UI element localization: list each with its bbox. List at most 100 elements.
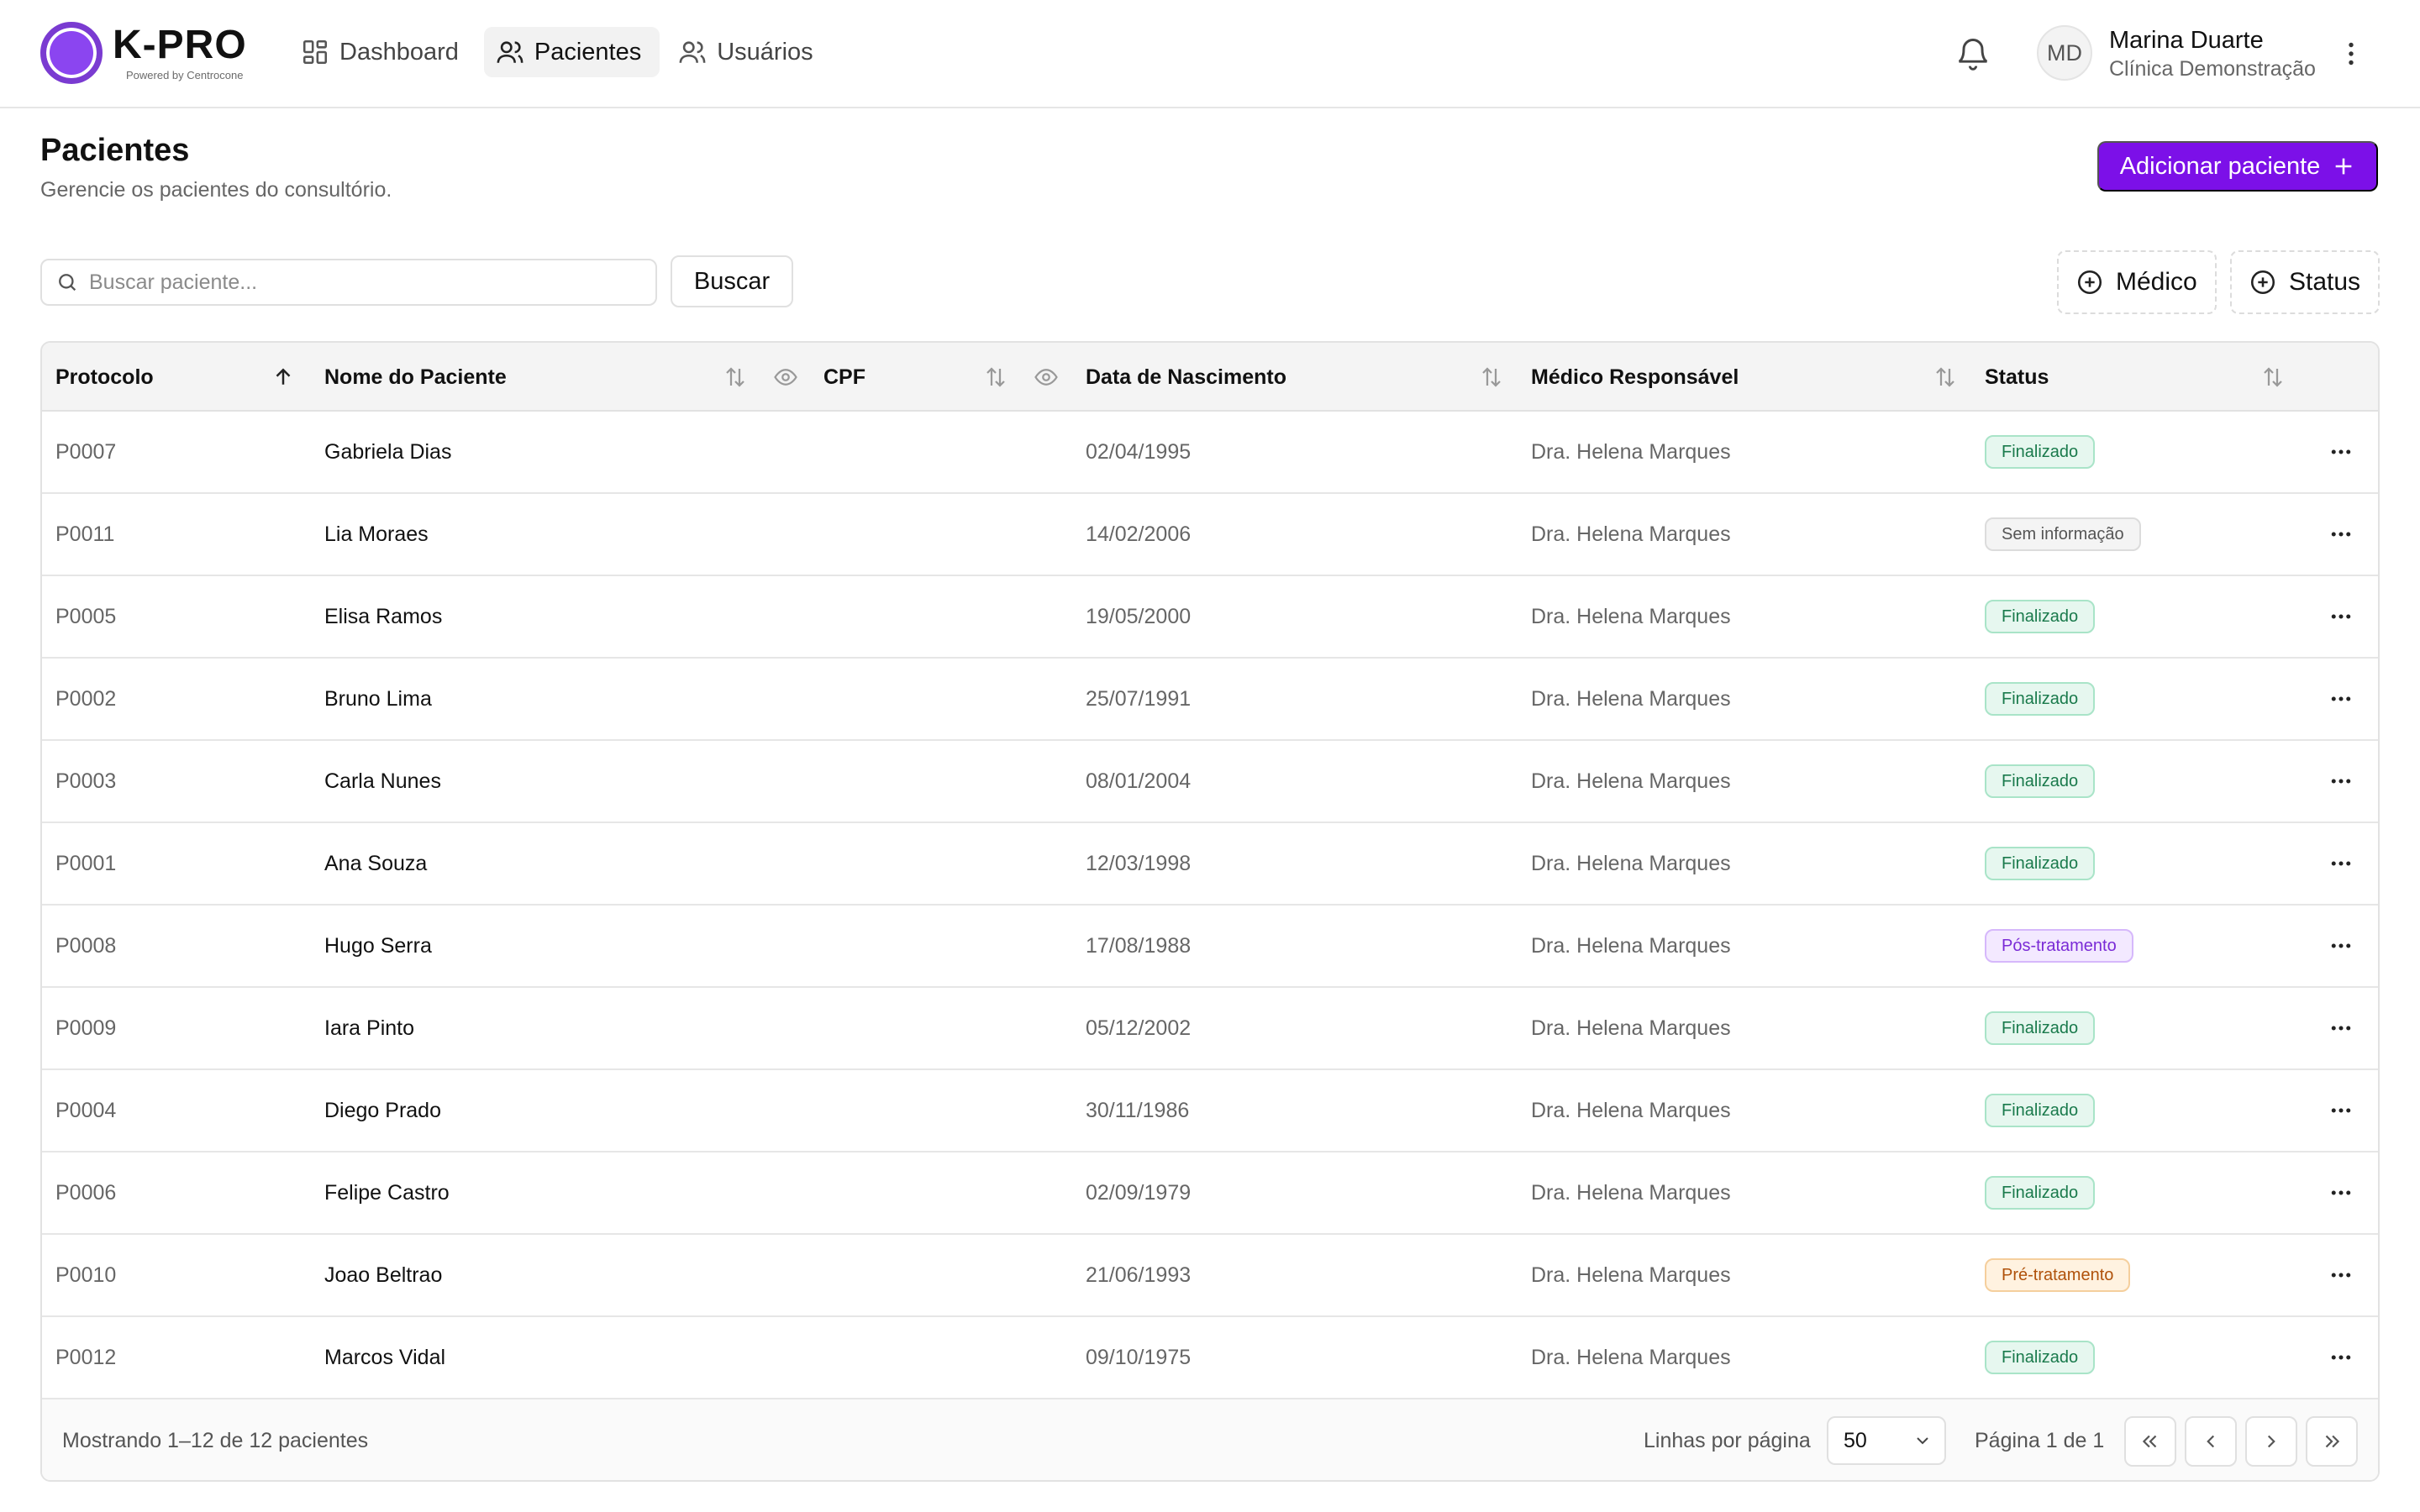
cell-doctor: Dra. Helena Marques: [1531, 604, 1731, 628]
status-badge: Finalizado: [1985, 1011, 2096, 1045]
row-actions-button[interactable]: [2324, 906, 2358, 986]
nav-item-dashboard[interactable]: Dashboard: [289, 27, 477, 77]
last-page-button[interactable]: [2306, 1416, 2358, 1467]
table-row[interactable]: P0009 Iara Pinto 05/12/2002 Dra. Helena Mar…: [42, 988, 2378, 1070]
filter-medico-button[interactable]: Médico: [2057, 250, 2217, 314]
cell-doctor: Dra. Helena Marques: [1531, 1345, 1731, 1369]
avatar[interactable]: MD: [2037, 25, 2092, 81]
sort-icon[interactable]: [983, 365, 1008, 390]
row-actions-button[interactable]: [2324, 988, 2358, 1068]
column-header-status[interactable]: Status: [1985, 343, 2049, 412]
search-icon: [59, 274, 76, 291]
more-horizontal-icon: [2331, 943, 2351, 948]
row-actions-button[interactable]: [2324, 576, 2358, 657]
table-row[interactable]: P0003 Carla Nunes 08/01/2004 Dra. Helena Ma…: [42, 741, 2378, 823]
column-header-protocolo[interactable]: Protocolo: [55, 343, 154, 412]
app-logo[interactable]: K-PRO Powered by Centrocone: [40, 22, 247, 84]
eye-icon[interactable]: [1034, 365, 1059, 390]
sort-icon[interactable]: [2260, 365, 2286, 390]
table-row[interactable]: P0001 Ana Souza 12/03/1998 Dra. Helena Marq…: [42, 823, 2378, 906]
filter-status-label: Status: [2289, 268, 2361, 296]
cell-birth-date: 14/02/2006: [1086, 522, 1192, 546]
nav-item-label: Pacientes: [534, 38, 642, 66]
notification-bell-icon[interactable]: [1954, 35, 1991, 72]
cell-status: Finalizado: [1985, 1152, 2096, 1233]
status-badge: Finalizado: [1985, 1341, 2096, 1374]
cell-doctor: Dra. Helena Marques: [1531, 1016, 1731, 1040]
cell-birth-date: 02/04/1995: [1086, 439, 1192, 464]
table-row[interactable]: P0005 Elisa Ramos 19/05/2000 Dra. Helena Ma…: [42, 576, 2378, 659]
first-page-button[interactable]: [2124, 1416, 2176, 1467]
column-header-nascimento[interactable]: Data de Nascimento: [1086, 343, 1286, 412]
previous-page-button[interactable]: [2185, 1416, 2237, 1467]
filter-status-button[interactable]: Status: [2230, 250, 2380, 314]
nav-item-pacientes[interactable]: Pacientes: [483, 27, 660, 77]
row-actions-button[interactable]: [2324, 823, 2358, 904]
column-header-cpf[interactable]: CPF: [823, 343, 865, 412]
nav-item-usuarios[interactable]: Usuários: [666, 27, 831, 77]
row-actions-button[interactable]: [2324, 412, 2358, 492]
more-horizontal-icon: [2331, 1026, 2351, 1031]
users-icon: [679, 41, 706, 63]
table-row[interactable]: P0006 Felipe Castro 02/09/1979 Dra. Helena …: [42, 1152, 2378, 1235]
more-horizontal-icon: [2331, 614, 2351, 619]
logo-mark-icon: [40, 22, 103, 84]
table-row[interactable]: P0002 Bruno Lima 25/07/1991 Dra. Helena Mar…: [42, 659, 2378, 741]
table-row[interactable]: P0008 Hugo Serra 17/08/1988 Dra. Helena Mar…: [42, 906, 2378, 988]
cell-patient-name: Iara Pinto: [324, 1016, 415, 1040]
cell-doctor: Dra. Helena Marques: [1531, 851, 1731, 875]
top-bar: K-PRO Powered by Centrocone Dashboard Pa…: [0, 0, 2420, 108]
table-row[interactable]: P0007 Gabriela Dias 02/04/1995 Dra. Helena …: [42, 412, 2378, 494]
cell-birth-date: 30/11/1986: [1086, 1098, 1190, 1122]
cell-patient-name: Lia Moraes: [324, 522, 429, 546]
column-header-medico[interactable]: Médico Responsável: [1531, 343, 1739, 412]
table-row[interactable]: P0011 Lia Moraes 14/02/2006 Dra. Helena Mar…: [42, 494, 2378, 576]
row-actions-button[interactable]: [2324, 1235, 2358, 1315]
table-row[interactable]: P0004 Diego Prado 30/11/1986 Dra. Helena Ma…: [42, 1070, 2378, 1152]
cell-doctor: Dra. Helena Marques: [1531, 769, 1731, 793]
cell-birth-date: 08/01/2004: [1086, 769, 1192, 793]
more-vertical-icon[interactable]: [2336, 37, 2366, 71]
sort-ascending-icon[interactable]: [271, 365, 296, 390]
row-actions-button[interactable]: [2324, 1152, 2358, 1233]
cell-patient-name: Carla Nunes: [324, 769, 441, 793]
row-actions-button[interactable]: [2324, 494, 2358, 575]
table-row[interactable]: P0012 Marcos Vidal 09/10/1975 Dra. Helena M…: [42, 1317, 2378, 1399]
row-actions-button[interactable]: [2324, 1070, 2358, 1151]
add-patient-button[interactable]: Adicionar paciente: [2097, 141, 2378, 192]
cell-status: Pós-tratamento: [1985, 906, 2133, 986]
search-input[interactable]: [89, 270, 627, 295]
cell-status: Finalizado: [1985, 823, 2096, 904]
cell-status: Finalizado: [1985, 1070, 2096, 1151]
nav-item-label: Usuários: [717, 38, 813, 66]
rows-per-page-select[interactable]: 50: [1827, 1416, 1946, 1465]
cell-patient-name: Ana Souza: [324, 851, 428, 875]
row-actions-button[interactable]: [2324, 1317, 2358, 1398]
column-header-nome[interactable]: Nome do Paciente: [324, 343, 507, 412]
eye-icon[interactable]: [773, 365, 798, 390]
cell-birth-date: 05/12/2002: [1086, 1016, 1192, 1040]
sort-icon[interactable]: [1479, 365, 1504, 390]
cell-protocol: P0010: [55, 1263, 117, 1287]
plus-icon: [2335, 158, 2352, 175]
cell-protocol: P0007: [55, 439, 117, 464]
sort-icon[interactable]: [723, 365, 748, 390]
status-badge: Finalizado: [1985, 682, 2096, 716]
status-badge: Pós-tratamento: [1985, 929, 2133, 963]
chevron-right-icon: [2267, 1435, 2275, 1448]
cell-doctor: Dra. Helena Marques: [1531, 933, 1731, 958]
sort-icon[interactable]: [1933, 365, 1958, 390]
table-header: Protocolo Nome do Paciente CPF Data de N…: [42, 343, 2378, 412]
user-info[interactable]: Marina Duarte Clínica Demonstração: [2109, 25, 2316, 82]
row-actions-button[interactable]: [2324, 659, 2358, 739]
cell-protocol: P0008: [55, 933, 117, 958]
chevron-down-icon: [1917, 1437, 1928, 1445]
plus-circle-icon: [2250, 270, 2275, 295]
table-row[interactable]: P0010 Joao Beltrao 21/06/1993 Dra. Helena M…: [42, 1235, 2378, 1317]
cell-birth-date: 12/03/1998: [1086, 851, 1192, 875]
page-title: Pacientes: [40, 133, 190, 168]
next-page-button[interactable]: [2245, 1416, 2297, 1467]
cell-protocol: P0001: [55, 851, 117, 875]
search-button[interactable]: Buscar: [671, 255, 793, 307]
row-actions-button[interactable]: [2324, 741, 2358, 822]
